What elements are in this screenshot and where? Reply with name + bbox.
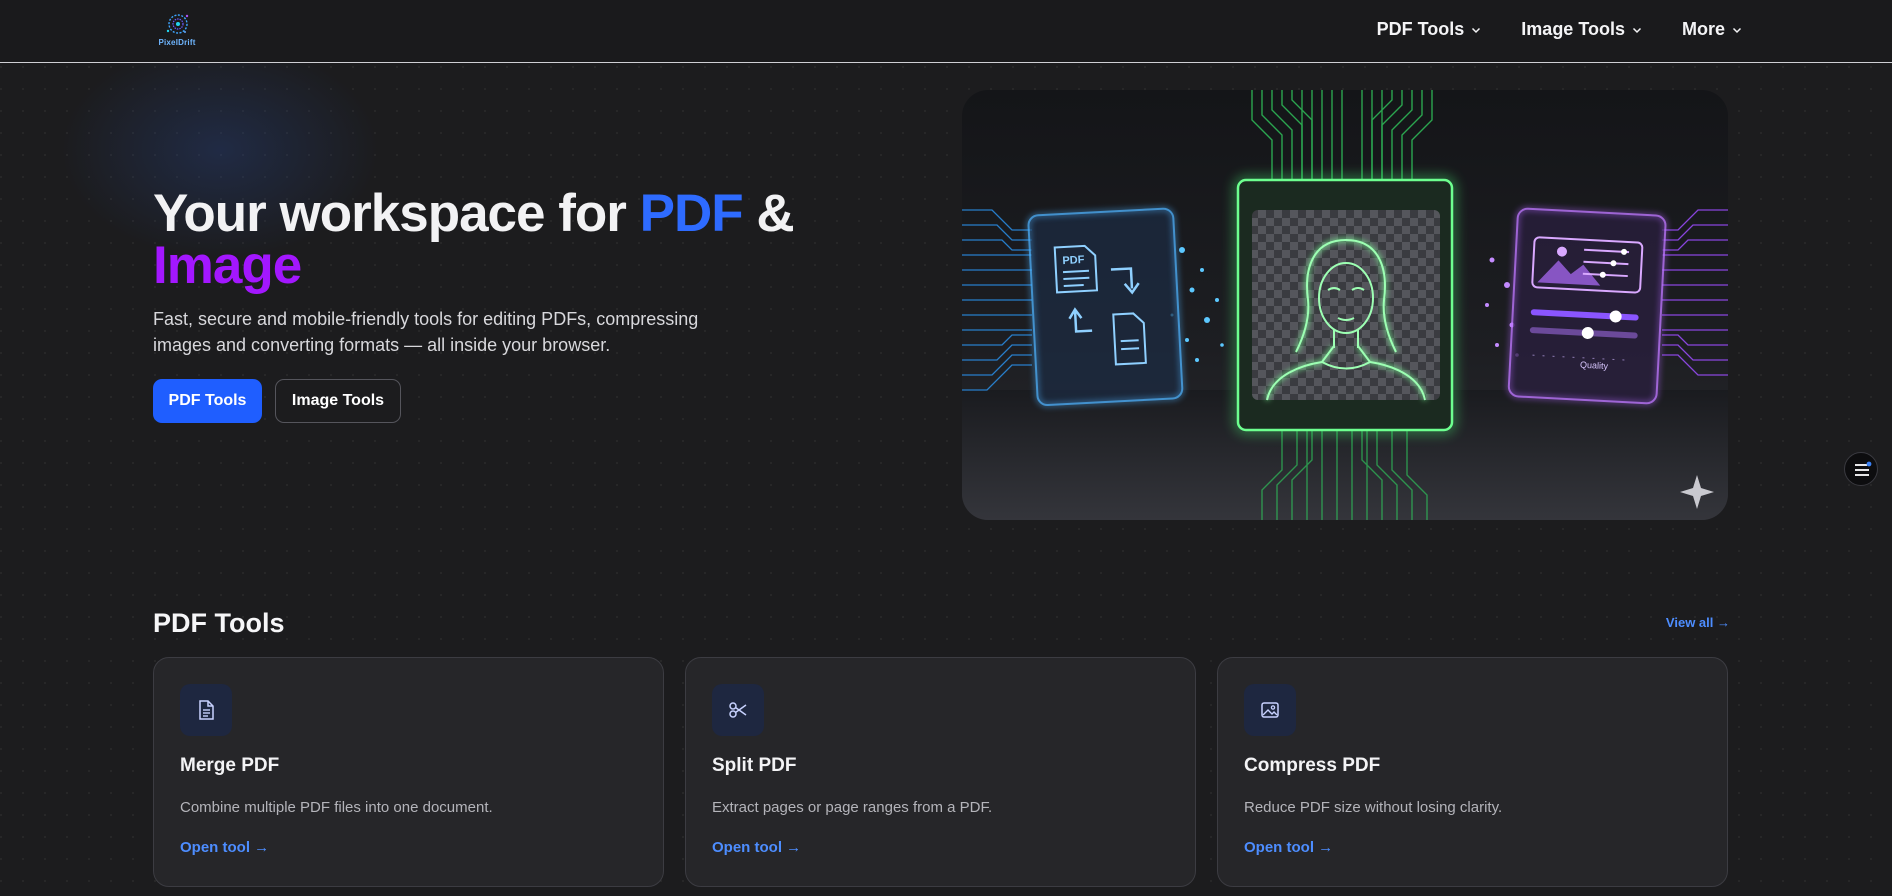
open-tool-link[interactable]: Open tool → [180, 839, 269, 856]
scissors-icon [729, 702, 747, 718]
side-menu-button[interactable] [1844, 452, 1878, 486]
chevron-down-icon [1472, 27, 1481, 33]
hero-title: Your workspace for PDF & Image [153, 187, 853, 295]
hero-illustration-art: PDF Quality [962, 90, 1728, 520]
hero-illustration: PDF Quality [962, 90, 1728, 520]
nav-pdf-tools[interactable]: PDF Tools [1377, 19, 1482, 40]
main-nav: PDF Tools Image Tools More [1377, 19, 1742, 40]
pdf-tools-button[interactable]: PDF Tools [153, 379, 262, 423]
nav-image-tools[interactable]: Image Tools [1521, 19, 1642, 40]
card-title: Compress PDF [1244, 755, 1381, 776]
card-description: Combine multiple PDF files into one docu… [180, 799, 493, 816]
open-tool-link[interactable]: Open tool → [1244, 839, 1333, 856]
tool-card-split-pdf[interactable]: Split PDF Extract pages or page ranges f… [685, 657, 1196, 887]
logo-icon [166, 14, 189, 34]
card-title: Merge PDF [180, 755, 280, 776]
hero-subtitle: Fast, secure and mobile-friendly tools f… [153, 309, 699, 355]
nav-more-label: More [1681, 19, 1725, 39]
tool-card-compress-pdf[interactable]: Compress PDF Reduce PDF size without los… [1217, 657, 1728, 887]
nav-pdf-tools-label: PDF Tools [1376, 19, 1465, 39]
quality-label-text: Quality [1580, 360, 1609, 371]
chevron-down-icon [1732, 27, 1742, 33]
view-all-link[interactable]: View all → [1666, 615, 1730, 630]
card-title: Split PDF [712, 755, 797, 776]
pdf-tools-section-title: PDF Tools [153, 608, 285, 638]
tool-card-merge-pdf[interactable]: Merge PDF Combine multiple PDF files int… [153, 657, 664, 887]
open-tool-link[interactable]: Open tool → [712, 839, 801, 856]
nav-more[interactable]: More [1682, 19, 1742, 40]
image-icon [1261, 702, 1279, 718]
card-description: Reduce PDF size without losing clarity. [1244, 799, 1503, 816]
logo-text: PixelDrift [158, 38, 196, 47]
site-header: PixelDrift PDF Tools Image Tools More [0, 0, 1892, 63]
document-icon-tile [180, 684, 232, 736]
image-tools-button[interactable]: Image Tools [275, 379, 401, 423]
card-description: Extract pages or page ranges from a PDF. [712, 799, 993, 816]
list-menu-icon [1855, 461, 1872, 476]
scissors-icon-tile [712, 684, 764, 736]
hero-title-image: Image [153, 236, 302, 295]
brand-logo[interactable]: PixelDrift [154, 11, 200, 51]
hero-title-part1: Your workspace for [153, 184, 640, 243]
image-icon-tile [1244, 684, 1296, 736]
nav-image-tools-label: Image Tools [1521, 19, 1625, 39]
document-icon [199, 700, 214, 720]
chevron-down-icon [1632, 27, 1642, 33]
hero-title-amp: & [742, 184, 794, 243]
pdf-label-text: PDF [1062, 254, 1085, 267]
hero-title-pdf: PDF [639, 184, 744, 243]
